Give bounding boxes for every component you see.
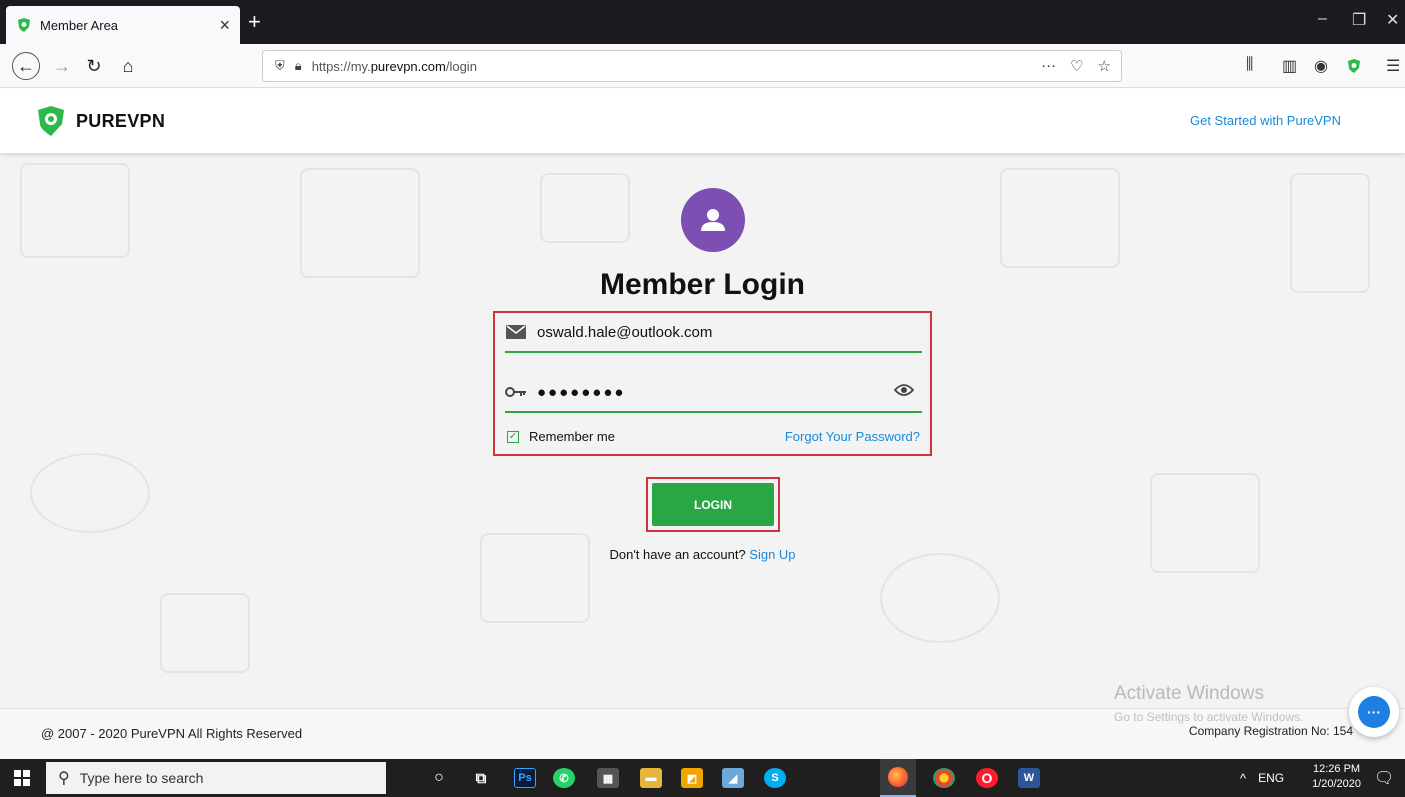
more-actions-icon[interactable]: ··· [1041,57,1056,75]
home-icon[interactable]: ⌂ [114,52,142,80]
sticky-app-icon[interactable]: ◩ [681,768,703,788]
background-decoration [30,453,150,533]
restore-icon[interactable]: ❐ [1352,10,1366,30]
purevpn-logo[interactable]: PUREVPN [36,105,165,137]
extension-icon[interactable]: ◉ [1314,56,1328,76]
taskbar-search-box[interactable]: ⚲ Type here to search [46,762,386,794]
remember-me-checkbox[interactable]: ✓ [507,430,519,443]
envelope-icon [505,325,527,339]
chrome-icon[interactable] [933,768,955,788]
opera-icon[interactable]: O [976,768,998,788]
reload-icon[interactable]: ↻ [80,52,108,80]
language-indicator[interactable]: ENG [1258,771,1284,785]
purevpn-favicon-icon [18,18,30,32]
remember-me-label: Remember me [529,429,615,444]
get-started-link[interactable]: Get Started with PureVPN [1190,113,1341,128]
tab-title: Member Area [40,17,119,33]
activate-windows-watermark: Activate Windows [1114,683,1264,704]
calculator-icon[interactable]: ▦ [597,768,619,788]
windows-taskbar: ⚲ Type here to search ○ ⧉ Ps ✆ ▦ ▬ ◩ ◢ S… [0,759,1405,797]
system-tray: ^ ENG [1240,759,1284,797]
sidebar-icon[interactable]: ▥ [1282,56,1297,76]
firefox-icon[interactable] [880,759,916,797]
signup-prompt: Don't have an account? Sign Up [0,547,1405,562]
copyright-text: @ 2007 - 2020 PureVPN All Rights Reserve… [41,726,303,741]
browser-toolbar: ← → ↻ ⌂ ⛨ 🔒︎ https://my. purevpn.com/logi… [0,44,1405,88]
url-path: /login [445,58,477,74]
taskbar-search-placeholder: Type here to search [79,770,204,786]
minimize-icon[interactable]: – [1318,10,1327,28]
file-explorer-icon[interactable]: ▬ [640,768,662,788]
chat-button[interactable]: ··· [1349,687,1399,737]
logo-text: PUREVPN [76,110,166,131]
login-button-highlight: LOGIN [646,477,780,532]
company-registration-text: Company Registration No: 154 [1188,724,1353,738]
word-icon[interactable]: W [1018,768,1040,788]
site-header: PUREVPN Get Started with PureVPN [0,89,1405,153]
browser-tab-bar: Member Area × + – ❐ ✕ [0,0,1405,44]
clock-time: 12:26 PM [1312,763,1361,775]
whatsapp-icon[interactable]: ✆ [553,768,575,788]
windows-start-icon[interactable] [0,759,44,797]
login-section: Member Login oswald.hale@outlook.com ●●●… [0,153,1405,708]
forgot-password-link[interactable]: Forgot Your Password? [785,429,920,444]
chat-bubble-icon: ··· [1358,696,1390,728]
url-host: purevpn.com [370,58,446,74]
password-value: ●●●●●●●● [537,383,626,401]
skype-icon[interactable]: S [764,768,786,788]
show-password-icon[interactable] [893,383,915,401]
no-account-text: Don't have an account? [609,547,750,562]
close-window-icon[interactable]: ✕ [1386,10,1399,30]
url-prefix: https://my. [311,58,371,74]
screen: Member Area × + – ❐ ✕ ← → ↻ ⌂ ⛨ 🔒︎ https… [0,0,1405,797]
purevpn-shield-icon [38,106,64,136]
task-view-icon[interactable]: ⧉ [470,768,492,788]
cortana-icon[interactable]: ○ [428,768,450,788]
clock-date: 1/20/2020 [1312,778,1361,790]
purevpn-extension-icon[interactable] [1346,58,1362,74]
clock[interactable]: 12:26 PM 1/20/2020 [1312,762,1361,792]
bookmark-star-icon[interactable]: ☆ [1098,57,1111,75]
lock-icon[interactable]: 🔒︎ [295,58,302,74]
user-avatar-icon [681,188,745,252]
background-decoration [1000,168,1120,268]
activate-windows-subtext: Go to Settings to activate Windows. [1114,710,1304,724]
signup-link[interactable]: Sign Up [749,547,795,562]
email-field[interactable]: oswald.hale@outlook.com [505,313,922,353]
library-icon[interactable]: ⫼ [1246,56,1253,74]
background-decoration [300,168,420,278]
pocket-icon[interactable]: ♡ [1070,57,1083,75]
notifications-icon[interactable]: 🗨︎ [1374,759,1394,797]
menu-icon[interactable]: ☰ [1386,56,1400,76]
address-bar[interactable]: ⛨ 🔒︎ https://my. purevpn.com/login ··· ♡ … [262,50,1122,82]
close-tab-icon[interactable]: × [219,15,230,36]
remember-me[interactable]: ✓ Remember me [507,429,615,444]
password-field[interactable]: ●●●●●●●● [505,373,922,413]
paint-app-icon[interactable]: ◢ [722,768,744,788]
back-icon[interactable]: ← [12,52,40,80]
background-decoration [880,553,1000,643]
background-decoration [160,593,250,673]
forward-icon[interactable]: → [48,52,76,80]
browser-tab[interactable]: Member Area × [6,6,240,44]
search-icon: ⚲ [58,770,70,787]
background-decoration [20,163,130,258]
page-title: Member Login [599,268,805,301]
shield-icon[interactable]: ⛨ [275,58,285,74]
login-form-highlight: oswald.hale@outlook.com ●●●●●●●● ✓ Remem… [493,311,932,456]
login-button[interactable]: LOGIN [652,483,774,526]
key-icon [505,386,527,398]
show-hidden-icons-icon[interactable]: ^ [1240,771,1246,786]
email-value: oswald.hale@outlook.com [537,323,713,341]
photoshop-icon[interactable]: Ps [514,768,536,788]
background-decoration [540,173,630,243]
new-tab-icon[interactable]: + [248,11,261,33]
